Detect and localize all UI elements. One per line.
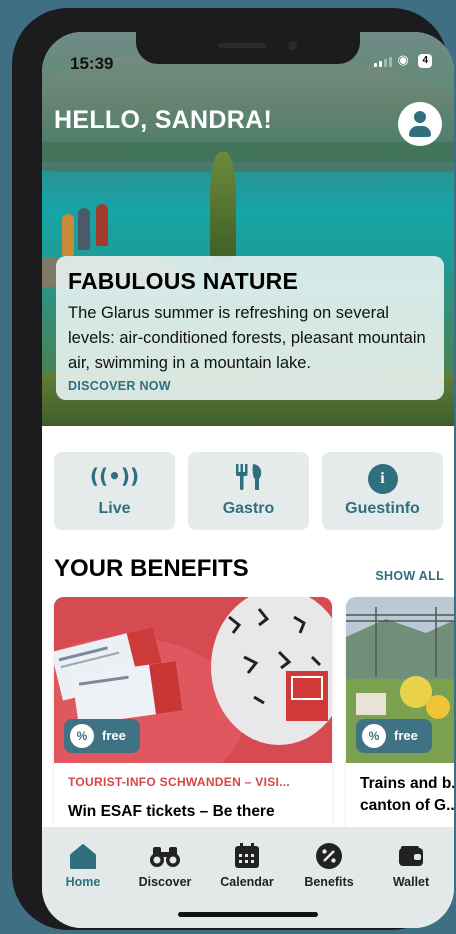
hero-teaser-card[interactable]: FABULOUS NATURE The Glarus summer is ref…: [56, 256, 444, 400]
benefit-image: % free: [54, 597, 332, 763]
wifi-icon: ◉: [397, 53, 409, 68]
user-icon: [414, 111, 426, 123]
status-icons: ◉ 4: [374, 54, 432, 68]
signal-icon: [374, 55, 393, 67]
gastro-button[interactable]: Gastro: [188, 452, 309, 530]
calendar-icon: [206, 841, 288, 871]
tab-benefits[interactable]: Benefits: [288, 841, 370, 889]
hero-body: The Glarus summer is refreshing on sever…: [68, 304, 426, 372]
benefits-title: YOUR BENEFITS: [54, 555, 249, 582]
discover-now-link[interactable]: DISCOVER NOW: [68, 379, 432, 393]
binoculars-icon: [124, 841, 206, 871]
tab-home[interactable]: Home: [42, 841, 124, 889]
percent-icon: %: [362, 724, 386, 748]
greeting-title: HELLO, SANDRA!: [54, 106, 273, 134]
phone-frame: 15:39 ◉ 4 HELLO, SANDRA! FABULOUS NATURE…: [12, 8, 454, 930]
notch: [136, 32, 360, 64]
home-indicator: [178, 912, 318, 917]
home-icon: [42, 841, 124, 871]
free-badge: % free: [356, 719, 432, 753]
hero-title: FABULOUS NATURE: [68, 268, 299, 294]
live-button[interactable]: ((•)) Live: [54, 452, 175, 530]
tab-calendar[interactable]: Calendar: [206, 841, 288, 889]
broadcast-icon: ((•)): [89, 464, 140, 488]
percent-icon: [288, 841, 370, 871]
show-all-link[interactable]: SHOW ALL: [375, 569, 444, 583]
profile-button[interactable]: [398, 102, 442, 146]
app-screen: 15:39 ◉ 4 HELLO, SANDRA! FABULOUS NATURE…: [42, 32, 454, 928]
percent-icon: %: [70, 724, 94, 748]
tab-discover[interactable]: Discover: [124, 841, 206, 889]
battery-icon: 4: [418, 54, 432, 68]
guestinfo-button[interactable]: i Guestinfo: [322, 452, 443, 530]
benefit-card[interactable]: % free TOURIST-INFO SCHWANDEN – VISI... …: [54, 597, 332, 847]
benefit-title: Win ESAF tickets – Be there: [68, 803, 275, 820]
fork-knife-icon: [188, 462, 309, 490]
benefit-category: TOURIST-INFO SCHWANDEN – VISI...: [68, 775, 291, 789]
free-badge: % free: [64, 719, 140, 753]
status-time: 15:39: [70, 54, 114, 73]
info-icon: i: [322, 462, 443, 494]
benefit-image: % free: [346, 597, 454, 763]
tab-wallet[interactable]: Wallet: [370, 841, 452, 889]
wallet-icon: [370, 841, 452, 871]
benefit-card[interactable]: % free Trains and b... canton of G...: [346, 597, 454, 847]
benefit-title: Trains and b... canton of G...: [360, 775, 454, 814]
